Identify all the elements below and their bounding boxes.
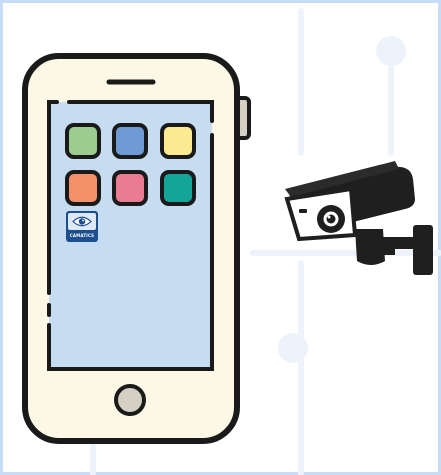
camera-wall-mount <box>413 225 433 275</box>
camera-bracket <box>355 229 385 265</box>
app-tile-yellow[interactable] <box>160 123 196 159</box>
camera-lens <box>317 205 345 233</box>
app-tile-teal[interactable] <box>160 170 196 206</box>
illustration-frame: CAMATICS <box>0 0 441 475</box>
security-camera-icon <box>284 161 433 275</box>
camatics-app-icon[interactable]: CAMATICS <box>66 211 98 242</box>
app-tile-blue[interactable] <box>112 123 148 159</box>
cctv-app-illustration: CAMATICS <box>22 8 441 475</box>
camera-indicator <box>299 209 307 213</box>
phone-home-button <box>114 384 146 416</box>
app-tile-green[interactable] <box>65 123 101 159</box>
app-tile-orange[interactable] <box>65 170 101 206</box>
smartphone-icon: CAMATICS <box>22 53 251 444</box>
app-tile-pink[interactable] <box>112 170 148 206</box>
camatics-app-label: CAMATICS <box>70 233 95 238</box>
